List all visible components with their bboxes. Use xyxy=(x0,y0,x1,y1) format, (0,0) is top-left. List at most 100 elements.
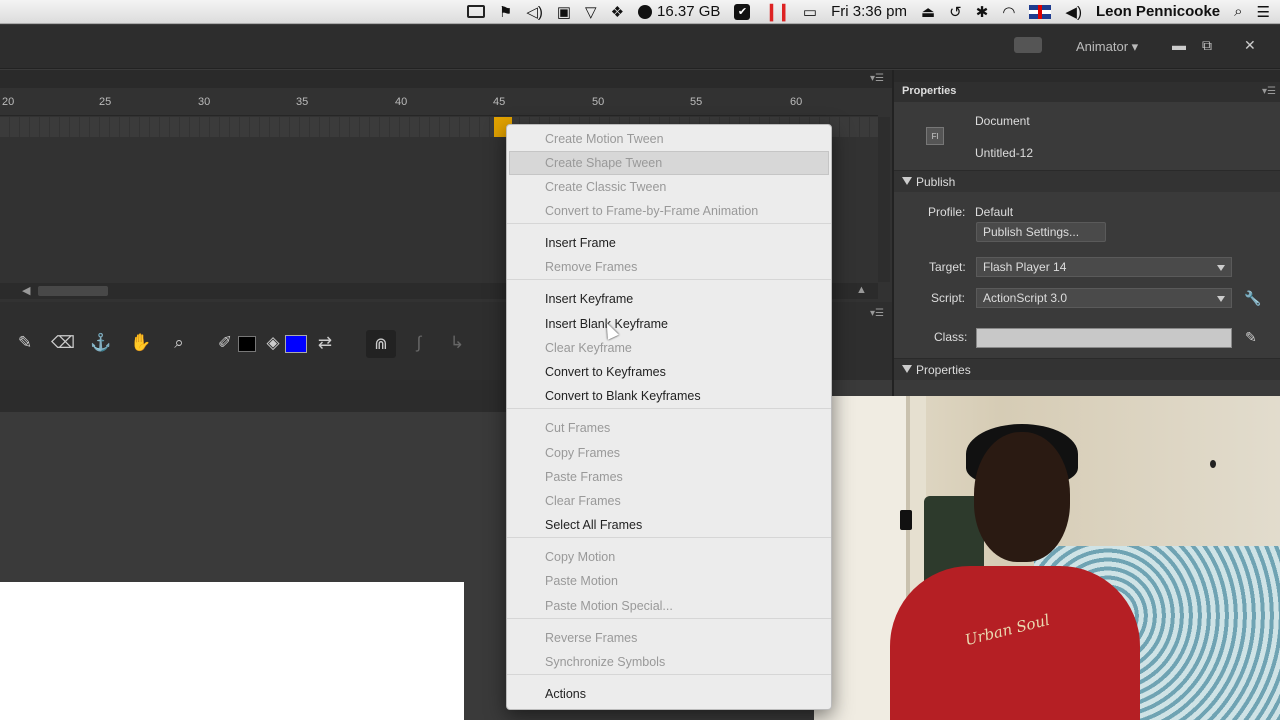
smooth-icon[interactable]: ∫ xyxy=(406,328,432,358)
document-icon-label: Fl xyxy=(931,131,939,141)
context-menu-item[interactable]: Paste Frames xyxy=(545,466,623,488)
timeline-vertical-scrollbar[interactable] xyxy=(878,117,890,282)
close-icon[interactable]: ✕ xyxy=(1244,37,1256,54)
properties-menu-icon[interactable]: ▾☰ xyxy=(1262,86,1276,97)
wifi-icon[interactable]: ◠ xyxy=(1002,0,1015,24)
context-menu-item[interactable]: Remove Frames xyxy=(545,256,637,278)
bone-tool-icon[interactable]: ⚓ xyxy=(88,328,114,358)
clock-text[interactable]: Fri 3:36 pm xyxy=(831,0,907,24)
publish-settings-button[interactable]: Publish Settings... xyxy=(976,222,1106,242)
eject-icon[interactable]: ⏏ xyxy=(921,0,935,24)
menu-separator xyxy=(507,618,831,619)
properties-tab-label: Properties xyxy=(902,85,957,97)
context-menu-item[interactable]: Convert to Blank Keyframes xyxy=(545,385,701,407)
spotlight-search-icon[interactable]: ⌕ xyxy=(1234,0,1242,24)
collapse-triangle-icon xyxy=(902,365,912,373)
minimize-icon[interactable]: ▬ xyxy=(1172,37,1186,53)
fill-color-swatch[interactable] xyxy=(285,335,307,353)
properties-section-header[interactable]: Properties xyxy=(894,358,1280,380)
panel-menu-icon[interactable]: ▾☰ xyxy=(870,73,884,84)
stroke-color-icon[interactable]: ✐ xyxy=(212,328,238,358)
tools-panel-menu-icon[interactable]: ▾☰ xyxy=(870,308,884,319)
script-label: Script: xyxy=(931,291,966,305)
context-menu-item[interactable]: Convert to Frame-by-Frame Animation xyxy=(545,200,758,222)
eraser-tool-icon[interactable]: ⌫ xyxy=(50,328,76,358)
publish-section-header[interactable]: Publish xyxy=(894,170,1280,192)
uk-flag-icon[interactable] xyxy=(1029,0,1052,24)
flag-icon[interactable]: ⚑ xyxy=(499,0,512,24)
scroll-up-icon[interactable]: ▲ xyxy=(856,284,867,296)
webcam-person-head xyxy=(974,432,1070,562)
context-menu-item[interactable]: Clear Keyframe xyxy=(545,337,632,359)
script-settings-icon[interactable]: 🔧 xyxy=(1244,290,1261,307)
hand-tool-icon[interactable]: ✋ xyxy=(128,328,154,358)
context-menu-item[interactable]: Copy Frames xyxy=(545,442,620,464)
user-name[interactable]: Leon Pennicooke xyxy=(1096,3,1220,20)
ruler-tick: 60 xyxy=(790,96,803,108)
workspace-switch-icon[interactable] xyxy=(1014,37,1042,53)
context-menu-item[interactable]: Actions xyxy=(545,683,586,705)
context-menu-item[interactable]: Clear Frames xyxy=(545,490,621,512)
menu-separator xyxy=(507,408,831,409)
storage-text: 16.37 GB xyxy=(657,3,721,20)
audio-icon[interactable]: ◁) xyxy=(526,0,543,24)
ruler-tick: 30 xyxy=(198,96,211,108)
volume-icon[interactable]: ◀) xyxy=(1065,0,1082,24)
target-dropdown[interactable]: Flash Player 14 xyxy=(976,257,1232,277)
webcam-wall-hook xyxy=(1210,460,1216,468)
storage-indicator[interactable]: 16.37 GB xyxy=(638,0,720,24)
straighten-icon[interactable]: ↳ xyxy=(444,328,470,358)
scroll-thumb[interactable] xyxy=(38,286,108,296)
airplay-icon[interactable]: ▭ xyxy=(803,0,817,24)
bluetooth-icon[interactable]: ✱ xyxy=(976,0,989,24)
snap-to-objects-icon[interactable]: ⋒ xyxy=(366,330,396,358)
stage-canvas[interactable] xyxy=(0,582,464,720)
ruler-tick: 25 xyxy=(99,96,112,108)
class-input[interactable] xyxy=(976,328,1232,348)
app-title-bar: Animator ▾ ▬ ⧉ ✕ xyxy=(0,25,1280,69)
video-camera-icon[interactable] xyxy=(466,0,485,24)
checklist-icon[interactable]: ✔ xyxy=(734,0,751,24)
restore-icon[interactable]: ⧉ xyxy=(1202,37,1212,54)
webcam-person-body xyxy=(890,566,1140,720)
context-menu-item[interactable]: Reverse Frames xyxy=(545,627,637,649)
properties-tab[interactable]: Properties ▾☰ xyxy=(894,82,1280,102)
context-menu-item[interactable]: Select All Frames xyxy=(545,514,642,536)
context-menu-item[interactable]: Create Shape Tween xyxy=(545,152,662,174)
frame-ruler[interactable]: 20 25 30 35 40 45 50 55 60 xyxy=(0,88,878,116)
script-dropdown[interactable]: ActionScript 3.0 xyxy=(976,288,1232,308)
context-menu-item[interactable]: Paste Motion xyxy=(545,570,618,592)
workspace-selector[interactable]: Animator ▾ xyxy=(1076,39,1138,55)
workspace-label: Animator xyxy=(1076,39,1129,54)
ruler-tick: 35 xyxy=(296,96,309,108)
context-menu-item[interactable]: Copy Motion xyxy=(545,546,615,568)
dropbox-icon[interactable]: ❖ xyxy=(611,0,624,24)
notification-center-icon[interactable]: ☰ xyxy=(1257,0,1270,24)
context-menu-item[interactable]: Synchronize Symbols xyxy=(545,651,665,673)
pause-recording-icon[interactable]: ❙❙ xyxy=(764,0,790,24)
display-icon[interactable]: ▣ xyxy=(557,0,571,24)
context-menu-item[interactable]: Create Motion Tween xyxy=(545,128,664,150)
context-menu-item[interactable]: Cut Frames xyxy=(545,417,610,439)
fill-color-icon[interactable]: ◈ xyxy=(260,328,286,358)
context-menu-item[interactable]: Paste Motion Special... xyxy=(545,595,673,617)
context-menu-item[interactable]: Insert Keyframe xyxy=(545,288,633,310)
time-machine-icon[interactable]: ↺ xyxy=(949,0,962,24)
eyedropper-tool-icon[interactable]: ✎ xyxy=(12,328,38,358)
zoom-tool-icon[interactable]: ⌕ xyxy=(166,328,192,358)
target-label: Target: xyxy=(929,260,966,274)
script-value: ActionScript 3.0 xyxy=(983,291,1068,305)
scroll-left-icon[interactable]: ◀ xyxy=(22,284,30,297)
down-arrow-icon[interactable]: ▽ xyxy=(585,0,597,24)
menu-separator xyxy=(507,279,831,280)
chevron-down-icon xyxy=(1217,265,1225,271)
context-menu-item[interactable]: Convert to Keyframes xyxy=(545,361,666,383)
properties-top-bar xyxy=(894,70,1280,82)
context-menu-item[interactable]: Create Classic Tween xyxy=(545,176,666,198)
context-menu-item[interactable]: Insert Frame xyxy=(545,232,616,254)
swap-colors-icon[interactable]: ⇄ xyxy=(312,328,338,358)
edit-class-icon[interactable]: ✎ xyxy=(1245,329,1257,346)
webcam-overlay: Urban Soul xyxy=(814,396,1280,720)
stroke-color-swatch[interactable] xyxy=(238,336,256,352)
disk-icon xyxy=(638,4,653,19)
